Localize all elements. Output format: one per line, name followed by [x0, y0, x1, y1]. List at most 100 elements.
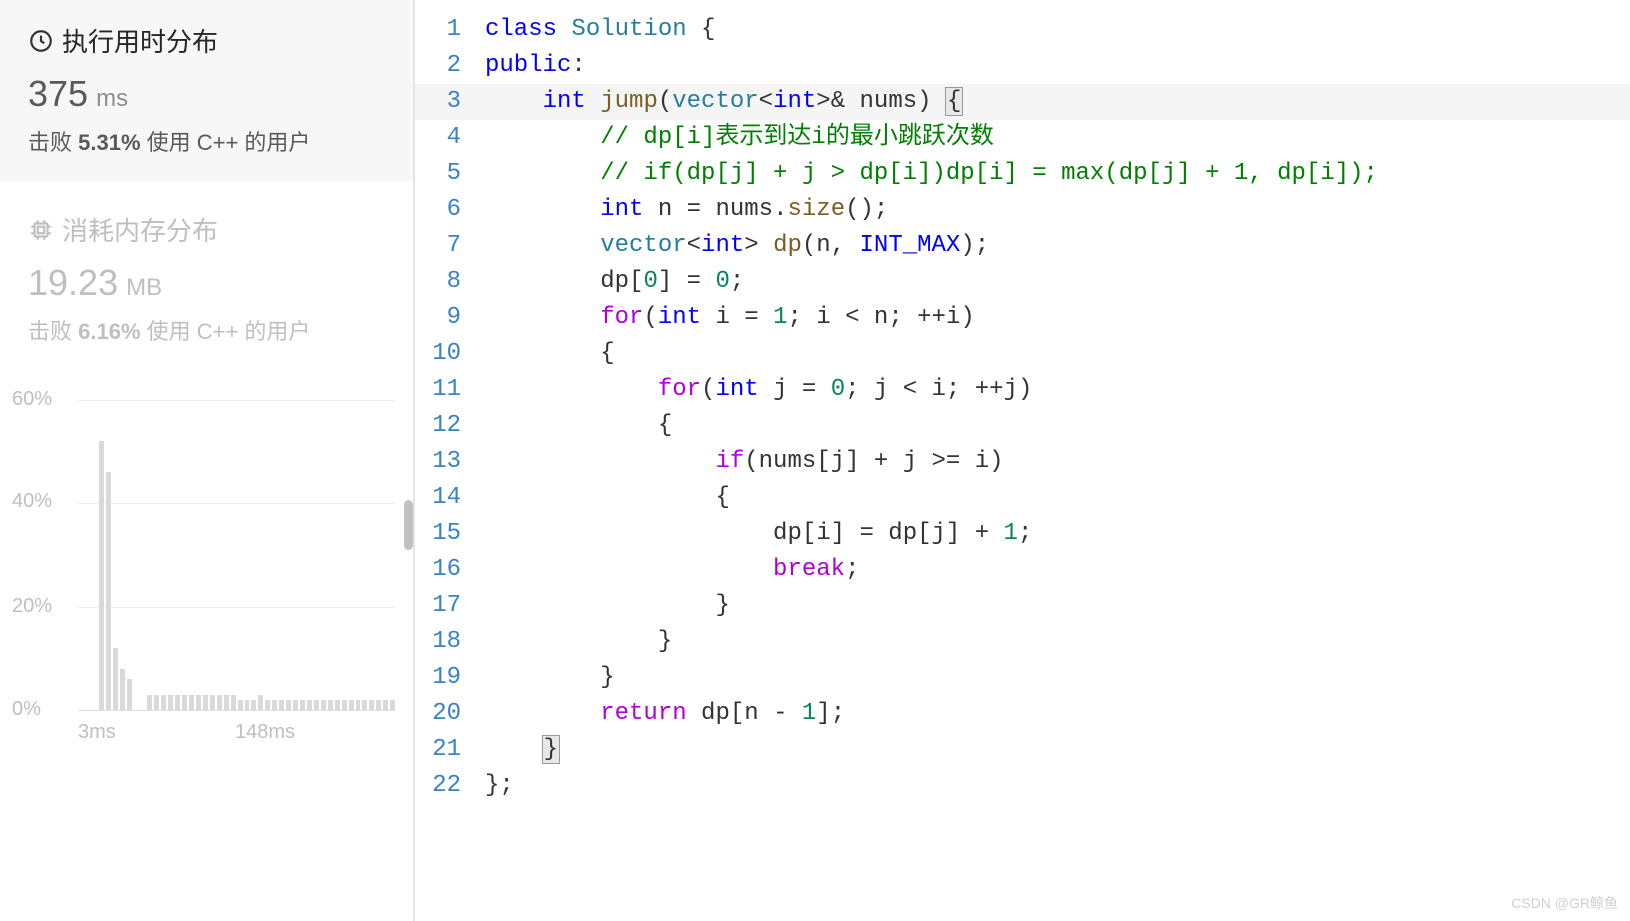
- chart-bar[interactable]: [182, 695, 187, 711]
- chart-bar[interactable]: [335, 700, 340, 710]
- code-line[interactable]: 13 if(nums[j] + j >= i): [415, 444, 1630, 480]
- code-line[interactable]: 18 }: [415, 624, 1630, 660]
- line-number: 20: [415, 696, 485, 732]
- memory-unit: MB: [126, 274, 162, 302]
- chart-bar[interactable]: [300, 700, 305, 710]
- chart-bar[interactable]: [161, 695, 166, 711]
- chart-bar[interactable]: [203, 695, 208, 711]
- y-tick: 60%: [12, 388, 52, 411]
- line-number: 9: [415, 300, 485, 336]
- code-line[interactable]: 4 // dp[i]表示到达i的最小跳跃次数: [415, 120, 1630, 156]
- chart-bar[interactable]: [210, 695, 215, 711]
- code-line[interactable]: 3 int jump(vector<int>& nums) {: [415, 84, 1630, 120]
- distribution-chart: 60% 40% 20% 0% 3ms 148ms: [0, 370, 413, 750]
- chart-bars: [78, 400, 395, 710]
- code-line[interactable]: 10 {: [415, 336, 1630, 372]
- code-line[interactable]: 7 vector<int> dp(n, INT_MAX);: [415, 228, 1630, 264]
- code-line[interactable]: 16 break;: [415, 552, 1630, 588]
- code-line[interactable]: 9 for(int i = 1; i < n; ++i): [415, 300, 1630, 336]
- code-line[interactable]: 5 // if(dp[j] + j > dp[i])dp[i] = max(dp…: [415, 156, 1630, 192]
- chart-bar[interactable]: [307, 700, 312, 710]
- runtime-beat: 击败 5.31% 使用 C++ 的用户: [28, 125, 385, 157]
- chart-bar[interactable]: [293, 700, 298, 710]
- code-line[interactable]: 22};: [415, 768, 1630, 804]
- chart-bar[interactable]: [342, 700, 347, 710]
- chart-bar[interactable]: [224, 695, 229, 711]
- code-line[interactable]: 6 int n = nums.size();: [415, 192, 1630, 228]
- chart-bar[interactable]: [328, 700, 333, 710]
- chart-bar[interactable]: [196, 695, 201, 711]
- chart-bar[interactable]: [154, 695, 159, 711]
- chart-bar[interactable]: [272, 700, 277, 710]
- memory-header: 消耗内存分布: [28, 211, 385, 248]
- chart-bar[interactable]: [99, 441, 104, 710]
- code-line[interactable]: 2public:: [415, 48, 1630, 84]
- code-content: }: [485, 660, 1630, 696]
- code-line[interactable]: 1class Solution {: [415, 12, 1630, 48]
- chart-bar[interactable]: [321, 700, 326, 710]
- memory-card[interactable]: 消耗内存分布 19.23 MB 击败 6.16% 使用 C++ 的用户: [0, 181, 413, 370]
- watermark: CSDN @GR鲸鱼: [1511, 893, 1618, 913]
- chart-bar[interactable]: [279, 700, 284, 710]
- chart-bar[interactable]: [238, 700, 243, 710]
- chart-bar[interactable]: [217, 695, 222, 711]
- code-line[interactable]: 21 }: [415, 732, 1630, 768]
- chart-bar[interactable]: [383, 700, 388, 710]
- chart-bar[interactable]: [376, 700, 381, 710]
- code-content: {: [485, 336, 1630, 372]
- code-content: break;: [485, 552, 1630, 588]
- code-content: return dp[n - 1];: [485, 696, 1630, 732]
- code-content: int n = nums.size();: [485, 192, 1630, 228]
- x-tick: 3ms: [78, 721, 116, 744]
- memory-value: 19.23: [28, 262, 118, 304]
- code-line[interactable]: 15 dp[i] = dp[j] + 1;: [415, 516, 1630, 552]
- y-tick: 0%: [12, 698, 41, 721]
- chart-bar[interactable]: [390, 700, 395, 710]
- code-line[interactable]: 19 }: [415, 660, 1630, 696]
- code-line[interactable]: 14 {: [415, 480, 1630, 516]
- code-content: }: [485, 624, 1630, 660]
- chart-bar[interactable]: [120, 669, 125, 710]
- code-line[interactable]: 12 {: [415, 408, 1630, 444]
- code-line[interactable]: 17 }: [415, 588, 1630, 624]
- chart-bar[interactable]: [286, 700, 291, 710]
- chart-bar[interactable]: [168, 695, 173, 711]
- chart-bar[interactable]: [314, 700, 319, 710]
- code-content: };: [485, 768, 1630, 804]
- code-content: int jump(vector<int>& nums) {: [485, 84, 1630, 120]
- code-line[interactable]: 8 dp[0] = 0;: [415, 264, 1630, 300]
- line-number: 18: [415, 624, 485, 660]
- code-content: }: [485, 588, 1630, 624]
- chart-bar[interactable]: [113, 648, 118, 710]
- code-editor[interactable]: 1class Solution {2public:3 int jump(vect…: [415, 0, 1630, 921]
- y-tick: 40%: [12, 490, 52, 513]
- chart-bar[interactable]: [251, 700, 256, 710]
- runtime-title: 执行用时分布: [62, 22, 218, 59]
- chart-bar[interactable]: [175, 695, 180, 711]
- chart-bar[interactable]: [258, 695, 263, 711]
- memory-beat: 击败 6.16% 使用 C++ 的用户: [28, 314, 385, 346]
- code-line[interactable]: 11 for(int j = 0; j < i; ++j): [415, 372, 1630, 408]
- chart-bar[interactable]: [245, 700, 250, 710]
- line-number: 12: [415, 408, 485, 444]
- memory-title: 消耗内存分布: [62, 211, 218, 248]
- chart-bar[interactable]: [106, 472, 111, 710]
- line-number: 3: [415, 84, 485, 120]
- chart-bar[interactable]: [231, 695, 236, 711]
- runtime-unit: ms: [96, 85, 128, 113]
- code-line[interactable]: 20 return dp[n - 1];: [415, 696, 1630, 732]
- chart-bar[interactable]: [147, 695, 152, 711]
- chart-bar[interactable]: [369, 700, 374, 710]
- chart-bar[interactable]: [189, 695, 194, 711]
- chart-bar[interactable]: [265, 700, 270, 710]
- scrollbar-thumb[interactable]: [404, 500, 413, 550]
- code-content: dp[i] = dp[j] + 1;: [485, 516, 1630, 552]
- chart-bar[interactable]: [356, 700, 361, 710]
- code-content: vector<int> dp(n, INT_MAX);: [485, 228, 1630, 264]
- chart-bar[interactable]: [362, 700, 367, 710]
- code-content: for(int i = 1; i < n; ++i): [485, 300, 1630, 336]
- chart-bar[interactable]: [349, 700, 354, 710]
- chart-bar[interactable]: [127, 679, 132, 710]
- runtime-card[interactable]: 执行用时分布 375 ms 击败 5.31% 使用 C++ 的用户: [0, 0, 413, 181]
- memory-metric: 19.23 MB: [28, 262, 385, 304]
